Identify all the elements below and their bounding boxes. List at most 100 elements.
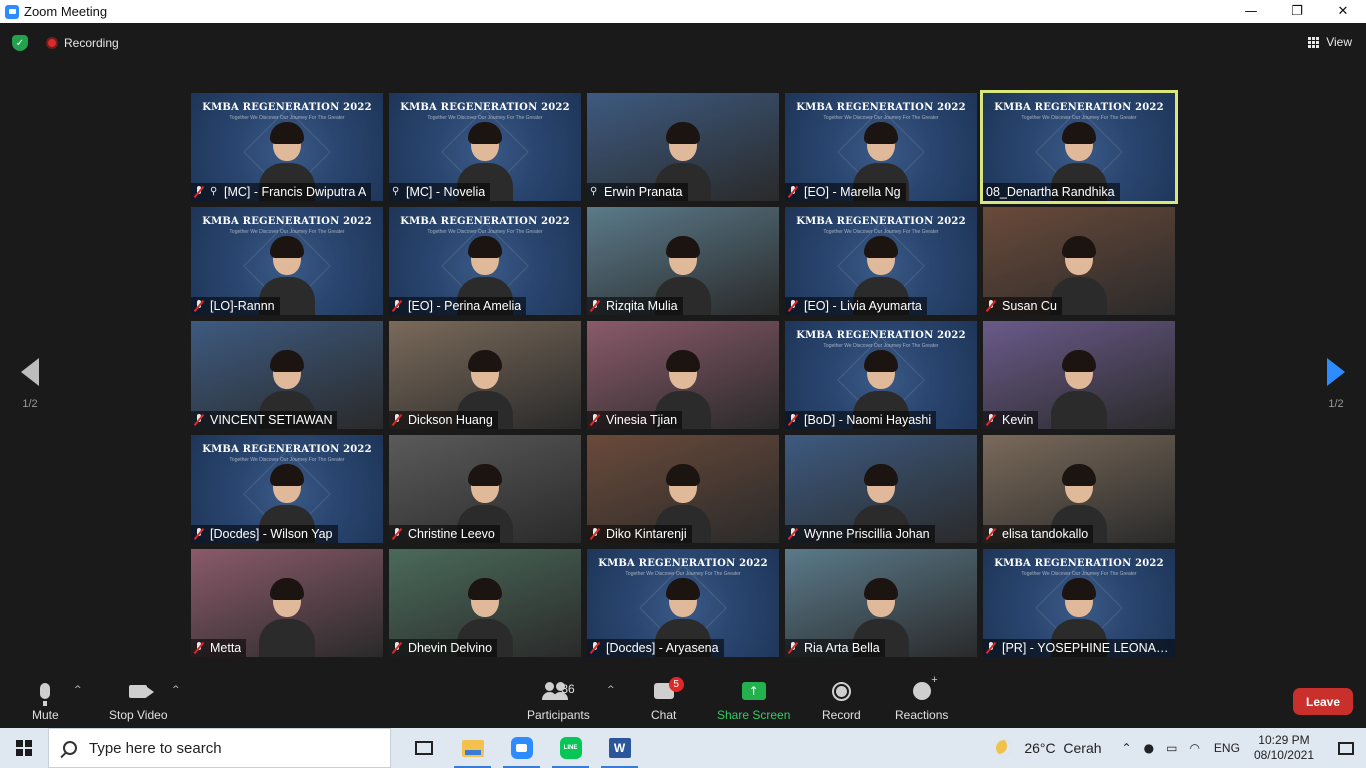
participant-tile[interactable]: KMBA REGENERATION 2022 Together We Discov…	[389, 93, 581, 201]
mic-muted-icon	[589, 641, 601, 655]
participant-name: [BoD] - Naomi Hayashi	[804, 413, 932, 427]
close-button[interactable]: ✕	[1320, 0, 1366, 23]
share-screen-label: Share Screen	[717, 708, 791, 722]
chevron-up-icon[interactable]: ⌃	[1122, 741, 1132, 755]
participant-tile[interactable]: KMBA REGENERATION 2022 Together We Discov…	[785, 207, 977, 315]
participant-tile[interactable]: Ria Arta Bella	[785, 549, 977, 657]
participant-name: [PR] - YOSEPHINE LEONAR...	[1002, 641, 1170, 655]
task-view-button[interactable]	[399, 728, 448, 768]
background-title: KMBA REGENERATION 2022	[400, 102, 570, 113]
participant-tile[interactable]: Metta	[191, 549, 383, 657]
view-label: View	[1326, 35, 1352, 49]
participant-name-bar: [EO] - Livia Ayumarta	[785, 297, 927, 315]
participant-name-bar: VINCENT SETIAWAN	[191, 411, 338, 429]
participant-tile[interactable]: ⚲ Erwin Pranata	[587, 93, 779, 201]
participant-name: [EO] - Livia Ayumarta	[804, 299, 922, 313]
participant-tile[interactable]: Dickson Huang	[389, 321, 581, 429]
participant-tile[interactable]: KMBA REGENERATION 2022 Together We Discov…	[389, 207, 581, 315]
participant-tile[interactable]: KMBA REGENERATION 2022 Together We Discov…	[980, 90, 1178, 204]
wifi-icon[interactable]: ◠	[1189, 741, 1199, 755]
weather-text: Cerah	[1063, 740, 1102, 756]
participant-tile[interactable]: VINCENT SETIAWAN	[191, 321, 383, 429]
search-icon	[63, 741, 77, 755]
participant-tile[interactable]: KMBA REGENERATION 2022 Together We Discov…	[785, 321, 977, 429]
participant-name-bar: 08_Denartha Randhika	[983, 183, 1120, 201]
word-taskbar-button[interactable]: W	[595, 728, 644, 768]
participant-tile[interactable]: Susan Cu	[983, 207, 1175, 315]
participant-name: [MC] - Francis Dwiputra A	[224, 185, 367, 199]
participant-tile[interactable]: Christine Leevo	[389, 435, 581, 543]
taskbar-clock[interactable]: 10:29 PM 08/10/2021	[1254, 733, 1314, 763]
participant-name: Ria Arta Bella	[804, 641, 880, 655]
start-button[interactable]	[0, 728, 48, 768]
video-options-chevron-icon[interactable]: ^	[172, 685, 180, 695]
participant-tile[interactable]: KMBA REGENERATION 2022 Together We Discov…	[983, 549, 1175, 657]
audio-options-chevron-icon[interactable]: ^	[74, 685, 82, 695]
share-screen-arrow-icon: ↑	[741, 682, 766, 700]
reactions-button[interactable]: Reactions	[895, 674, 949, 722]
mic-muted-icon	[787, 641, 799, 655]
file-explorer-button[interactable]	[448, 728, 497, 768]
mute-button[interactable]: Mute	[32, 679, 59, 722]
participant-tile[interactable]: Rizqita Mulia	[587, 207, 779, 315]
word-icon: W	[608, 738, 631, 758]
view-button[interactable]: View	[1308, 35, 1352, 49]
participant-name-bar: Christine Leevo	[389, 525, 500, 543]
next-page-button[interactable]: 1/2	[1321, 358, 1351, 418]
chat-button[interactable]: 5 Chat	[651, 677, 684, 722]
participant-name: Wynne Priscillia Johan	[804, 527, 930, 541]
participant-tile[interactable]: KMBA REGENERATION 2022 Together We Discov…	[191, 435, 383, 543]
mic-muted-icon	[193, 299, 205, 313]
participant-name-bar: Ria Arta Bella	[785, 639, 885, 657]
leave-button[interactable]: Leave	[1293, 688, 1353, 715]
participant-tile[interactable]: Kevin	[983, 321, 1175, 429]
participant-tile[interactable]: elisa tandokallo	[983, 435, 1175, 543]
pin-icon: ⚲	[590, 186, 598, 197]
video-camera-icon	[129, 684, 155, 698]
mic-muted-icon	[985, 413, 997, 427]
participant-tile[interactable]: Vinesia Tjian	[587, 321, 779, 429]
share-screen-button[interactable]: ↑ Share Screen	[717, 679, 790, 722]
weather-widget[interactable]: 26°C Cerah	[996, 740, 1102, 756]
participants-options-chevron-icon[interactable]: ^	[607, 685, 615, 695]
participant-name: [LO]-Rannn	[210, 299, 275, 313]
reactions-label: Reactions	[895, 708, 949, 722]
grid-view-icon	[1308, 36, 1320, 48]
mic-muted-icon	[985, 527, 997, 541]
participant-tile[interactable]: Diko Kintarenji	[587, 435, 779, 543]
maximize-button[interactable]: ❐	[1274, 0, 1320, 23]
participant-tile[interactable]: Dhevin Delvino	[389, 549, 581, 657]
participant-name: 08_Denartha Randhika	[986, 185, 1115, 199]
participant-name-bar: [PR] - YOSEPHINE LEONAR...	[983, 639, 1175, 657]
recording-indicator[interactable]: Recording	[46, 36, 119, 50]
participant-name-bar: [BoD] - Naomi Hayashi	[785, 411, 937, 429]
participant-name-bar: Wynne Priscillia Johan	[785, 525, 935, 543]
notification-center-button[interactable]	[1326, 728, 1366, 768]
participants-button[interactable]: 36 Participants	[527, 679, 590, 722]
background-title: KMBA REGENERATION 2022	[796, 102, 966, 113]
participant-tile[interactable]: KMBA REGENERATION 2022 Together We Discov…	[191, 207, 383, 315]
participant-tile[interactable]: Wynne Priscillia Johan	[785, 435, 977, 543]
mute-label: Mute	[32, 708, 59, 722]
battery-icon[interactable]: ▭	[1166, 741, 1177, 755]
previous-page-button[interactable]: 1/2	[15, 358, 45, 418]
stop-video-button[interactable]: Stop Video	[109, 679, 168, 722]
zoom-taskbar-button[interactable]	[497, 728, 546, 768]
participant-name-bar: Diko Kintarenji	[587, 525, 692, 543]
participant-tile[interactable]: KMBA REGENERATION 2022 Together We Discov…	[587, 549, 779, 657]
participant-name-bar: Vinesia Tjian	[587, 411, 683, 429]
input-language[interactable]: ENG	[1214, 741, 1240, 755]
security-shield-icon[interactable]: ✓	[12, 35, 28, 51]
minimize-button[interactable]: —	[1228, 0, 1274, 23]
participant-name: Metta	[210, 641, 242, 655]
participant-name-bar: Dhevin Delvino	[389, 639, 498, 657]
taskbar-search-box[interactable]: Type here to search	[48, 728, 391, 768]
record-button[interactable]: Record	[822, 679, 861, 722]
microphone-tray-icon[interactable]: ●	[1144, 741, 1154, 755]
participant-tile[interactable]: KMBA REGENERATION 2022 Together We Discov…	[785, 93, 977, 201]
participant-name: [Docdes] - Aryasena	[606, 641, 719, 655]
mic-muted-icon	[787, 413, 799, 427]
participant-tile[interactable]: KMBA REGENERATION 2022 Together We Discov…	[191, 93, 383, 201]
record-dot-icon	[46, 37, 58, 49]
line-taskbar-button[interactable]: LINE	[546, 728, 595, 768]
